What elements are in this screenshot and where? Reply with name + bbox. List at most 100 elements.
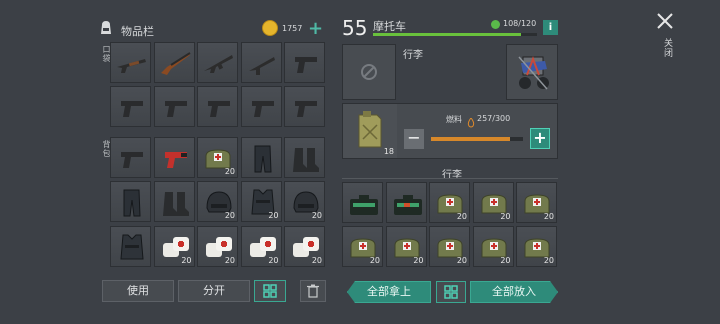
- inventory-slot[interactable]: 20: [240, 181, 282, 222]
- inventory-slot[interactable]: [284, 42, 325, 83]
- empty-cargo-slot: [342, 44, 396, 100]
- slot-quantity: 20: [311, 211, 322, 220]
- close-button[interactable]: [656, 12, 676, 32]
- fuel-can-slot: 18: [343, 104, 397, 158]
- pistol-icon: [121, 152, 143, 168]
- cargo-item-slot[interactable]: [506, 44, 558, 100]
- inventory-slot[interactable]: 20: [472, 182, 514, 223]
- close-label: 关闭: [662, 38, 672, 58]
- inventory-slot[interactable]: [110, 42, 151, 83]
- disabled-icon: [361, 64, 377, 80]
- slot-quantity: 20: [224, 256, 235, 265]
- fuel-plus-button[interactable]: +: [530, 128, 550, 149]
- inventory-slot[interactable]: [385, 182, 427, 223]
- inventory-slot[interactable]: 20: [197, 226, 238, 267]
- slot-quantity: 20: [456, 256, 467, 265]
- pistol-icon: [295, 57, 317, 73]
- close-icon: [657, 13, 673, 29]
- storage-divider: [342, 178, 558, 179]
- pistol-icon: [295, 101, 317, 117]
- inventory-slot[interactable]: [110, 86, 151, 127]
- inventory-slot[interactable]: [197, 42, 238, 83]
- inventory-slot[interactable]: [153, 181, 195, 222]
- boots-icon: [293, 148, 319, 172]
- inventory-slot[interactable]: 20: [197, 181, 238, 222]
- inventory-slot[interactable]: [284, 137, 325, 178]
- inventory-slot[interactable]: [240, 137, 282, 178]
- armored-pants-icon: [254, 145, 272, 173]
- slot-quantity: 20: [224, 211, 235, 220]
- fuel-label: 燃料: [446, 115, 462, 124]
- inventory-slot[interactable]: 20: [429, 182, 470, 223]
- inventory-slot[interactable]: 20: [197, 137, 238, 178]
- slot-quantity: 20: [311, 256, 322, 265]
- inventory-slot[interactable]: [110, 137, 151, 178]
- inventory-slot[interactable]: [110, 181, 151, 222]
- slot-quantity: 20: [369, 256, 380, 265]
- pistol-icon: [208, 101, 230, 117]
- inventory-slot[interactable]: 20: [284, 181, 325, 222]
- slot-quantity: 20: [543, 212, 554, 221]
- add-coins-button[interactable]: +: [308, 18, 323, 39]
- inventory-slot[interactable]: [240, 42, 282, 83]
- inventory-slot[interactable]: [342, 182, 383, 223]
- armored-pants-icon: [123, 189, 141, 217]
- storage-sort-button[interactable]: [436, 281, 466, 303]
- tool-case-icon: [350, 195, 378, 215]
- tool-case-red-icon: [393, 195, 422, 215]
- inventory-slot[interactable]: 20: [516, 182, 557, 223]
- slot-quantity: 20: [500, 212, 511, 221]
- inventory-slot[interactable]: 20: [153, 226, 195, 267]
- motorcycle-trailer-icon: [518, 56, 549, 90]
- durability-text: 108/120: [503, 19, 537, 28]
- rifle-icon: [160, 52, 191, 75]
- durability-bar: [373, 33, 537, 36]
- inventory-slot[interactable]: 20: [240, 226, 282, 267]
- jerry-can-icon: [358, 111, 382, 148]
- use-button[interactable]: 使用: [102, 280, 174, 302]
- fuel-can-qty: 18: [383, 147, 394, 156]
- put-all-button[interactable]: 全部放入: [470, 281, 558, 303]
- shotgun-icon: [117, 59, 146, 73]
- smg-icon: [248, 57, 275, 75]
- durability-icon: [491, 20, 500, 29]
- pistol-icon: [121, 101, 143, 117]
- inventory-slot[interactable]: [197, 86, 238, 127]
- trash-button[interactable]: [300, 280, 326, 302]
- slot-quantity: 20: [500, 256, 511, 265]
- slot-quantity: 20: [543, 256, 554, 265]
- inventory-slot[interactable]: 20: [342, 226, 383, 267]
- split-button[interactable]: 分开: [178, 280, 250, 302]
- inventory-title: 物品栏: [121, 25, 154, 38]
- pistol-icon: [251, 101, 274, 117]
- grid-icon: [444, 285, 458, 299]
- inventory-slot[interactable]: [153, 86, 195, 127]
- grid-icon: [263, 284, 277, 298]
- slot-quantity: 20: [413, 256, 424, 265]
- inventory-slot[interactable]: [110, 226, 151, 267]
- take-all-button[interactable]: 全部拿上: [347, 281, 431, 303]
- cargo-label: 行李: [403, 50, 423, 61]
- inventory-slot[interactable]: [153, 42, 195, 83]
- slot-quantity: 20: [181, 256, 192, 265]
- inventory-slot[interactable]: [284, 86, 325, 127]
- info-button[interactable]: i: [543, 20, 558, 35]
- fuel-minus-button[interactable]: −: [404, 129, 424, 149]
- inventory-slot[interactable]: [153, 137, 195, 178]
- inventory-slot[interactable]: 20: [429, 226, 470, 267]
- inventory-slot[interactable]: 20: [385, 226, 427, 267]
- fuel-slider-track[interactable]: [431, 137, 523, 141]
- backpack-icon: [98, 20, 114, 36]
- inventory-slot[interactable]: [240, 86, 282, 127]
- coin-icon: [262, 20, 278, 36]
- flame-icon: [467, 113, 475, 132]
- slot-quantity: 20: [456, 212, 467, 221]
- trash-icon: [307, 284, 319, 298]
- inventory-slot[interactable]: 20: [516, 226, 557, 267]
- vehicle-level: 55: [342, 16, 368, 40]
- vehicle-name: 摩托车: [373, 20, 406, 33]
- inventory-slot[interactable]: 20: [284, 226, 325, 267]
- sort-grid-button[interactable]: [254, 280, 286, 302]
- slot-quantity: 20: [268, 256, 279, 265]
- inventory-slot[interactable]: 20: [472, 226, 514, 267]
